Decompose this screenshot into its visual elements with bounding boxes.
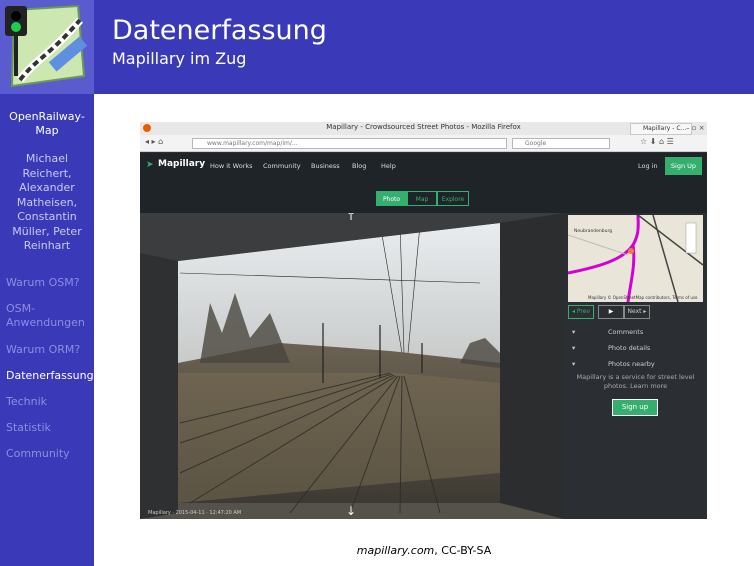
arrow-back-icon[interactable]: ↓ bbox=[346, 504, 356, 518]
caption-license: , CC-BY-SA bbox=[434, 544, 492, 557]
sidebar: OpenRailway-Map Michael Reichert, Alexan… bbox=[0, 94, 94, 566]
section-comments[interactable]: ▾ Comments bbox=[568, 325, 703, 339]
section-photo-details-label: Photo details bbox=[608, 344, 651, 352]
sidebar-item-datenerfassung[interactable]: Datenerfassung bbox=[6, 369, 94, 383]
sidebar-item-technik[interactable]: Technik bbox=[6, 395, 94, 409]
section-photo-details[interactable]: ▾ Photo details bbox=[568, 341, 703, 355]
sidebar-item-warum-orm[interactable]: Warum ORM? bbox=[6, 343, 94, 357]
mapillary-navbar: ➤ Mapillary How it Works Community Busin… bbox=[140, 153, 707, 179]
nav-back-forward-icons[interactable]: ◂ ▸ ⌂ bbox=[145, 137, 163, 146]
arrow-forward-icon[interactable]: ↑ bbox=[346, 213, 356, 223]
firefox-titlebar: Mapillary - Crowdsourced Street Photos -… bbox=[140, 122, 707, 135]
nav-business[interactable]: Business bbox=[311, 162, 340, 170]
browser-tab[interactable]: Mapillary - C... bbox=[630, 123, 692, 135]
chevron-down-icon: ▾ bbox=[572, 360, 576, 368]
mode-map[interactable]: Map bbox=[407, 191, 437, 206]
sidebar-project-title[interactable]: OpenRailway-Map bbox=[2, 110, 92, 138]
section-photos-nearby-label: Photos nearby bbox=[608, 360, 655, 368]
map-place-label: Neubrandenburg bbox=[574, 229, 613, 234]
nav-blog[interactable]: Blog bbox=[352, 162, 366, 170]
signup-button-panel[interactable]: Sign up bbox=[612, 399, 658, 416]
chevron-down-icon: ▾ bbox=[572, 344, 576, 352]
mapillary-brand[interactable]: Mapillary bbox=[158, 159, 205, 169]
prev-button[interactable]: ◂ Prev bbox=[568, 305, 594, 319]
search-bar[interactable]: Google bbox=[512, 138, 610, 149]
toolbar-icons[interactable]: ☆ ⬇ ⌂ ☰ bbox=[640, 137, 674, 146]
nav-community[interactable]: Community bbox=[263, 162, 301, 170]
nav-help[interactable]: Help bbox=[381, 162, 396, 170]
next-button[interactable]: Next ▸ bbox=[624, 305, 650, 319]
chevron-down-icon: ▾ bbox=[572, 328, 576, 336]
sidebar-item-osm-anwendungen[interactable]: OSM-Anwendungen bbox=[6, 302, 94, 330]
play-button[interactable]: ▶ bbox=[598, 305, 624, 319]
panel-description: Mapillary is a service for street level … bbox=[576, 373, 695, 390]
mapillary-logo-icon: ➤ bbox=[146, 160, 154, 170]
sidebar-item-warum-osm[interactable]: Warum OSM? bbox=[6, 276, 94, 290]
mapillary-screenshot: Mapillary - Crowdsourced Street Photos -… bbox=[140, 122, 707, 519]
url-bar[interactable]: www.mapillary.com/map/im/... bbox=[192, 138, 507, 149]
section-comments-label: Comments bbox=[608, 328, 644, 336]
mode-photo[interactable]: Photo bbox=[376, 191, 407, 206]
street-photo[interactable]: ↑ ↓ Mapillary · 2015-04-11 · 12:47:20 AM bbox=[140, 213, 564, 519]
section-photos-nearby[interactable]: ▾ Photos nearby bbox=[568, 357, 703, 371]
view-mode-bar: Photo Map Explore bbox=[140, 179, 707, 213]
side-panel: Neubrandenburg Mapillary © OpenStreetMap… bbox=[564, 213, 707, 519]
login-link[interactable]: Log in bbox=[638, 162, 658, 170]
window-title: Mapillary - Crowdsourced Street Photos -… bbox=[326, 123, 521, 131]
sidebar-authors: Michael Reichert, Alexander Matheisen, C… bbox=[12, 152, 82, 252]
mini-map[interactable]: Neubrandenburg Mapillary © OpenStreetMap… bbox=[568, 215, 703, 302]
nav-how-it-works[interactable]: How it Works bbox=[210, 162, 253, 170]
map-attribution: Mapillary © OpenStreetMap contributors, … bbox=[588, 295, 698, 300]
signup-button-top[interactable]: Sign Up bbox=[665, 157, 702, 175]
caption-link[interactable]: mapillary.com bbox=[357, 544, 435, 557]
sidebar-item-community[interactable]: Community bbox=[6, 447, 94, 461]
sidebar-item-statistik[interactable]: Statistik bbox=[6, 421, 94, 435]
slide-header: Datenerfassung Mapillary im Zug bbox=[0, 0, 754, 94]
slide-title: Datenerfassung bbox=[112, 15, 327, 46]
window-controls[interactable]: – ▫ × bbox=[686, 124, 705, 132]
openrailwaymap-logo bbox=[0, 0, 94, 94]
slide-subtitle: Mapillary im Zug bbox=[112, 49, 247, 68]
mode-explore[interactable]: Explore bbox=[437, 191, 469, 206]
photo-footer: Mapillary · 2015-04-11 · 12:47:20 AM bbox=[148, 510, 242, 516]
slide-caption: mapillary.com, CC-BY-SA bbox=[0, 544, 754, 557]
